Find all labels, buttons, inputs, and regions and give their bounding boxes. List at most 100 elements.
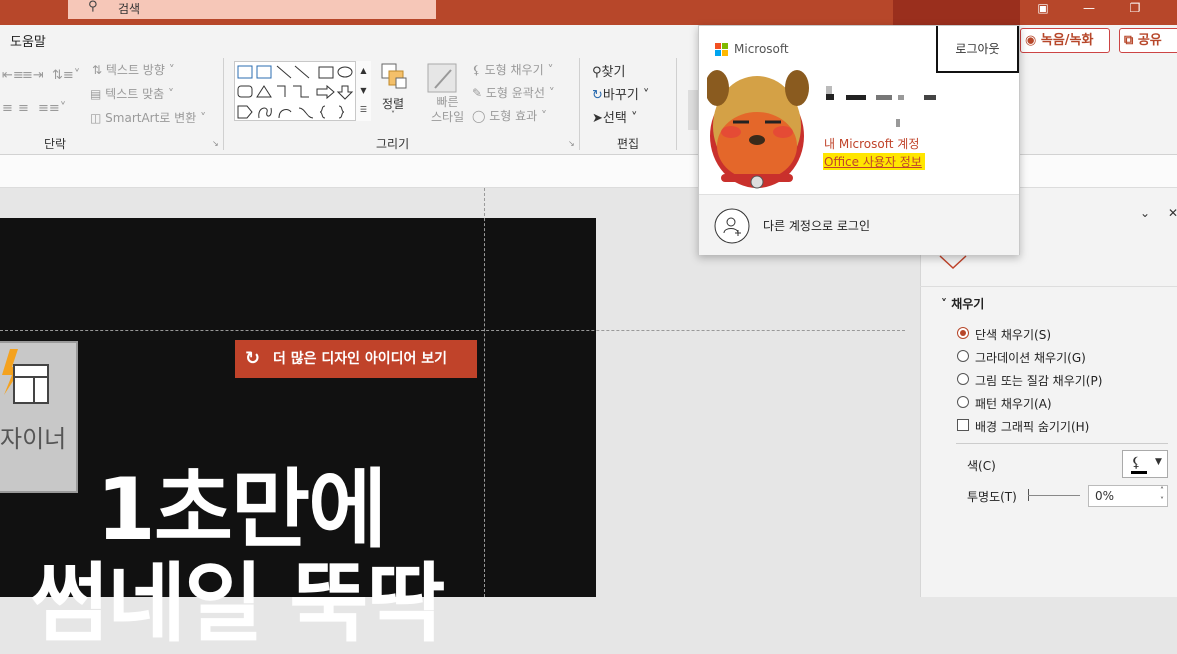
line-spacing-icon[interactable]: ⇅≡˅ [52,68,80,83]
gallery-more-icon[interactable]: ☰ [356,101,371,119]
group-label-editing: 편집 [617,137,640,151]
fill-section-header[interactable]: ˅ 채우기 [941,295,984,312]
decrease-indent-icon[interactable]: ⇤≡ [2,68,24,83]
guide-vertical[interactable] [484,188,485,597]
chevron-down-icon[interactable]: ▼ [356,81,371,101]
share-button[interactable]: ⧉ 공유 [1119,28,1177,53]
arrange-icon [381,63,407,89]
microsoft-logo-icon [715,43,728,56]
add-person-icon [714,208,750,244]
pen-icon: ✎ [472,86,486,100]
distribute-icon[interactable]: ≡ [18,101,29,116]
window-mode-icon[interactable]: ▣ [1020,0,1066,25]
shape-effects-button[interactable]: ◯ 도형 효과 ˅ [472,107,547,124]
replace-button[interactable]: ↻바꾸기 ˅ [592,84,649,103]
group-label-paragraph: 단락 [44,137,67,151]
designer-label: 자이너 [0,425,67,453]
increase-indent-icon[interactable]: ≡⇥ [22,68,44,83]
shapes-gallery[interactable] [234,61,371,121]
option-gradient-fill[interactable]: 그라데이션 채우기(G) [975,349,1086,366]
office-user-info-link[interactable]: Office 사용자 정보 [823,153,925,170]
redacted-email [896,119,900,127]
quick-styles-button[interactable]: 빠른 스타일 [425,62,464,124]
shapes-gallery-icons [237,65,354,119]
search-box[interactable]: ⚲ 검색 [68,0,436,19]
pane-options-chevron-icon[interactable]: ⌄ [1140,206,1150,220]
record-button[interactable]: ◉ 녹음/녹화 [1020,28,1110,53]
account-popup: Microsoft 로그아웃 내 Microsoft 계정 Office 사용자… [698,25,1020,255]
radio-pattern-fill[interactable] [957,396,969,408]
my-account-link[interactable]: 내 Microsoft 계정 [824,135,919,152]
smartart-icon: ◫ [90,111,106,125]
text-direction-icon: ⇅ [92,63,106,77]
shape-outline-button[interactable]: ✎ 도형 윤곽선 ˅ [472,84,555,101]
redacted-username [826,86,936,102]
ribbon-separator [223,58,224,150]
transparency-input[interactable]: 0% ˄ ˅ [1088,485,1168,507]
paint-bucket-icon: ⚸ [1131,455,1142,471]
color-label: 색(C) [967,459,996,473]
option-picture-fill[interactable]: 그림 또는 질감 채우기(P) [975,372,1102,389]
pane-divider [956,443,1168,444]
option-hide-bg[interactable]: 배경 그래픽 숨기기(H) [975,418,1089,435]
transparency-slider[interactable] [1028,489,1080,503]
refresh-icon: ↻ [245,348,261,369]
slide-title-line1[interactable]: 1초만에 [96,462,387,558]
microsoft-brand-text: Microsoft [734,42,789,56]
transparency-label: 투명도(T) [967,490,1017,504]
microsoft-logo [715,43,729,60]
spinner-icon[interactable]: ˄ ˅ [1160,486,1164,506]
designer-thumbnail[interactable]: 자이너 [0,341,78,493]
color-swatch [1131,471,1147,474]
smartart-button[interactable]: ◫ SmartArt로 변환 ˅ [90,109,206,126]
minimize-icon[interactable]: — [1066,0,1112,25]
effects-icon: ◯ [472,109,490,123]
ribbon-separator [579,58,580,150]
close-icon[interactable]: ✕ [1168,206,1177,220]
design-ideas-button[interactable]: ↻ 더 많은 디자인 아이디어 보기 [235,340,477,378]
shape-fill-button[interactable]: ⚸ 도형 채우기 ˅ [472,61,553,78]
guide-horizontal[interactable] [0,330,905,331]
quick-styles-icon [427,63,457,93]
title-bar-account-area[interactable] [893,0,1020,25]
search-placeholder: 검색 [118,2,141,16]
radio-picture-fill[interactable] [957,373,969,385]
pane-divider [920,286,1177,287]
align-text-button[interactable]: ▤ 텍스트 맞춤 ˅ [90,85,174,102]
checkbox-hide-bg[interactable] [957,419,969,431]
find-button[interactable]: ⚲찾기 [592,61,625,80]
chevron-down-icon: ˅ [391,110,395,119]
chevron-down-icon: ˅ [941,297,947,311]
text-direction-button[interactable]: ⇅ 텍스트 방향 ˅ [92,61,175,78]
fill-category-icon[interactable] [938,254,968,270]
paint-bucket-icon: ⚸ [472,63,485,77]
menu-help[interactable]: 도움말 [10,31,46,50]
slide-title-line2[interactable]: 썸네일 뚝딱 [30,556,446,652]
ribbon-separator [676,58,677,150]
justify-icon[interactable]: ≡ [2,101,13,116]
chevron-down-icon: ▼ [1155,457,1162,467]
other-account-row[interactable]: 다른 계정으로 로그인 [699,194,1019,255]
chevron-up-icon[interactable]: ▲ [356,61,371,81]
select-button[interactable]: ➤선택 ˅ [592,107,637,126]
columns-icon[interactable]: ≡≡˅ [38,101,66,116]
drawing-launcher-icon[interactable]: ↘ [568,139,575,148]
search-icon: ⚲ [592,65,602,80]
color-picker-button[interactable]: ⚸ ▼ [1122,450,1168,478]
group-label-drawing: 그리기 [376,137,410,151]
cursor-icon: ➤ [592,111,603,126]
shapes-gallery-scroll[interactable]: ▲ ▼ ☰ [355,61,371,121]
restore-icon[interactable]: ❐ [1112,0,1158,25]
paragraph-launcher-icon[interactable]: ↘ [212,139,219,148]
radio-solid-fill[interactable] [957,327,969,339]
avatar[interactable] [707,68,811,192]
share-icon: ⧉ [1124,33,1134,48]
sign-out-button[interactable]: 로그아웃 [936,26,1019,73]
option-solid-fill[interactable]: 단색 채우기(S) [975,326,1051,343]
record-icon: ◉ [1025,33,1037,48]
designer-lightning-icon [2,349,49,404]
replace-icon: ↻ [592,88,603,103]
option-pattern-fill[interactable]: 패턴 채우기(A) [975,395,1052,412]
radio-gradient-fill[interactable] [957,350,969,362]
arrange-button[interactable]: 정렬 ˅ [380,62,410,119]
